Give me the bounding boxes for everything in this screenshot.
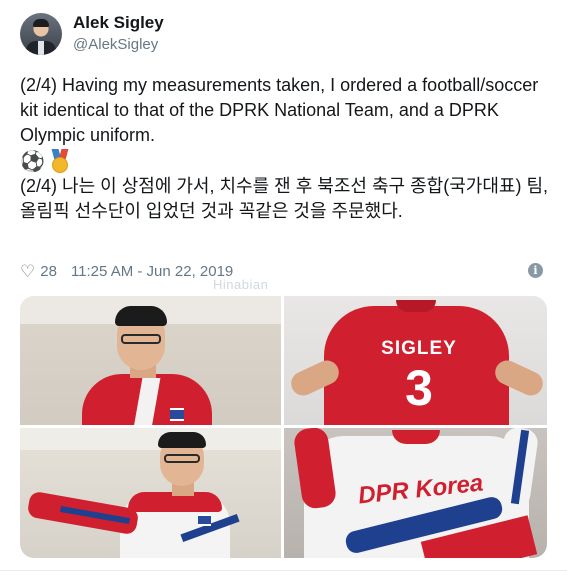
jersey-name: SIGLEY bbox=[381, 338, 457, 359]
like-count[interactable]: 28 bbox=[40, 263, 57, 280]
glasses-shape bbox=[121, 334, 161, 344]
emoji-row: ⚽ bbox=[20, 148, 550, 174]
photo-grid: SIGLEY 3 DPR Korea bbox=[20, 296, 547, 558]
glasses-shape bbox=[164, 454, 200, 463]
jersey-number: 3 bbox=[405, 360, 433, 416]
author-name[interactable]: Alek Sigley bbox=[73, 13, 164, 33]
flag-patch-shape bbox=[198, 514, 211, 526]
flag-patch-shape bbox=[170, 408, 184, 421]
tweet-meta: ♡ 28 11:25 AM - Jun 22, 2019 bbox=[20, 260, 233, 282]
author-avatar[interactable] bbox=[20, 13, 62, 55]
photo-1[interactable] bbox=[20, 296, 281, 425]
avatar-shirt-shape bbox=[38, 41, 44, 55]
photo-3[interactable] bbox=[20, 428, 281, 558]
tweet-body: (2/4) Having my measurements taken, I or… bbox=[20, 73, 550, 224]
collar-shape bbox=[392, 430, 440, 444]
tweet-timestamp[interactable]: 11:25 AM - Jun 22, 2019 bbox=[71, 263, 233, 280]
avatar-hair-shape bbox=[33, 19, 49, 27]
author-handle[interactable]: @AlekSigley bbox=[73, 36, 158, 53]
hair-shape bbox=[115, 306, 167, 326]
info-icon[interactable]: i bbox=[528, 263, 543, 278]
tweet-paragraph-korean: (2/4) 나는 이 상점에 가서, 치수를 잰 후 북조선 축구 종합(국가대… bbox=[20, 176, 549, 221]
hair-shape bbox=[158, 432, 206, 448]
soccer-ball-icon: ⚽ bbox=[20, 149, 45, 173]
divider bbox=[0, 570, 567, 571]
watermark: Hinabian bbox=[213, 277, 269, 292]
collar-shape bbox=[396, 300, 436, 312]
medal-icon bbox=[49, 149, 71, 173]
heart-icon[interactable]: ♡ bbox=[20, 263, 35, 280]
photo-4[interactable]: DPR Korea bbox=[284, 428, 547, 558]
tweet-paragraph-english: (2/4) Having my measurements taken, I or… bbox=[20, 75, 539, 145]
photo-2[interactable]: SIGLEY 3 bbox=[284, 296, 547, 425]
ceiling-shape bbox=[20, 428, 281, 450]
